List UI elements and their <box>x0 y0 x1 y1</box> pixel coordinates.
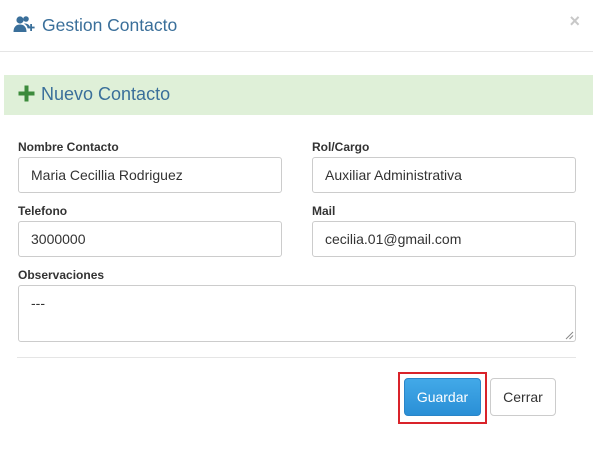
observaciones-textarea[interactable]: --- <box>18 285 576 342</box>
modal-header: Gestion Contacto × <box>0 0 593 52</box>
rol-cargo-input[interactable] <box>312 157 576 193</box>
rol-cargo-label: Rol/Cargo <box>312 140 370 154</box>
mail-label: Mail <box>312 204 336 218</box>
close-icon[interactable]: × <box>569 10 580 32</box>
footer-divider <box>17 357 576 358</box>
users-add-icon <box>13 16 35 32</box>
section-banner: Nuevo Contacto <box>4 75 593 115</box>
nombre-contacto-input[interactable] <box>18 157 282 193</box>
section-title: Nuevo Contacto <box>41 84 171 104</box>
cerrar-button[interactable]: Cerrar <box>490 378 556 416</box>
resize-grip-icon[interactable] <box>565 331 574 340</box>
guardar-button[interactable]: Guardar <box>404 378 481 416</box>
plus-icon <box>18 85 35 102</box>
telefono-label: Telefono <box>18 204 68 218</box>
mail-input[interactable] <box>312 221 576 257</box>
telefono-input[interactable] <box>18 221 282 257</box>
observaciones-label: Observaciones <box>18 268 105 282</box>
nombre-contacto-label: Nombre Contacto <box>18 140 119 154</box>
modal-title: Gestion Contacto <box>42 15 178 35</box>
gestion-contacto-modal: Gestion Contacto × Nuevo Contacto Nombre… <box>0 0 593 456</box>
